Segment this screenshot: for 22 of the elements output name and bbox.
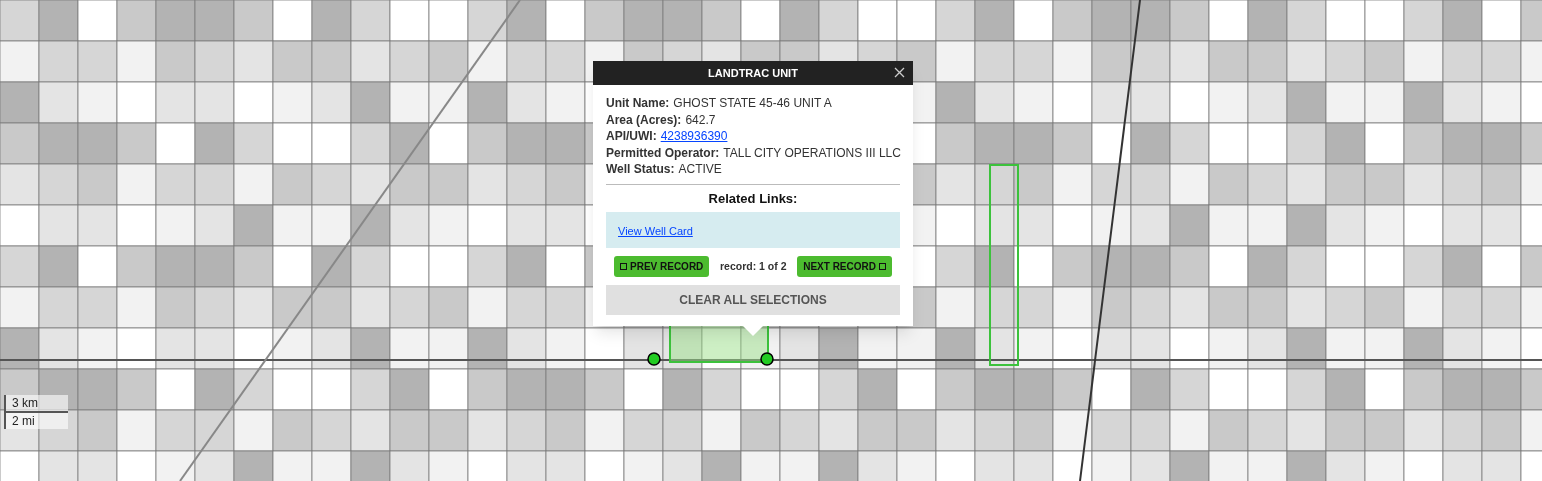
field-label: Permitted Operator: xyxy=(606,144,720,161)
square-icon xyxy=(620,263,627,270)
well-card-link[interactable]: View Well Card xyxy=(618,225,693,237)
related-links-heading: Related Links: xyxy=(708,189,798,208)
field-value: TALL CITY OPERATIONS III LLC xyxy=(723,144,901,161)
close-icon[interactable] xyxy=(894,67,905,78)
field-value: GHOST STATE 45-46 UNIT A xyxy=(673,95,832,112)
next-record-button[interactable]: NEXT RECORD xyxy=(797,256,892,277)
field-value: 642.7 xyxy=(685,111,716,128)
scale-imperial: 2 mi xyxy=(11,413,36,429)
field-label: Area (Acres): xyxy=(606,111,682,128)
clear-selections-button[interactable]: CLEAR ALL SELECTIONS xyxy=(606,285,900,315)
record-counter: record: 1 of 2 xyxy=(720,258,787,274)
popup-title: LANDTRAC UNIT xyxy=(708,65,798,81)
scale-metric: 3 km xyxy=(6,395,68,413)
api-link[interactable]: 4238936390 xyxy=(660,128,728,145)
field-label: API/UWI: xyxy=(606,128,657,145)
field-label: Unit Name: xyxy=(606,95,670,112)
square-icon xyxy=(879,263,886,270)
field-value: ACTIVE xyxy=(678,161,722,178)
prev-record-button[interactable]: PREV RECORD xyxy=(614,256,710,277)
field-label: Well Status: xyxy=(606,161,675,178)
